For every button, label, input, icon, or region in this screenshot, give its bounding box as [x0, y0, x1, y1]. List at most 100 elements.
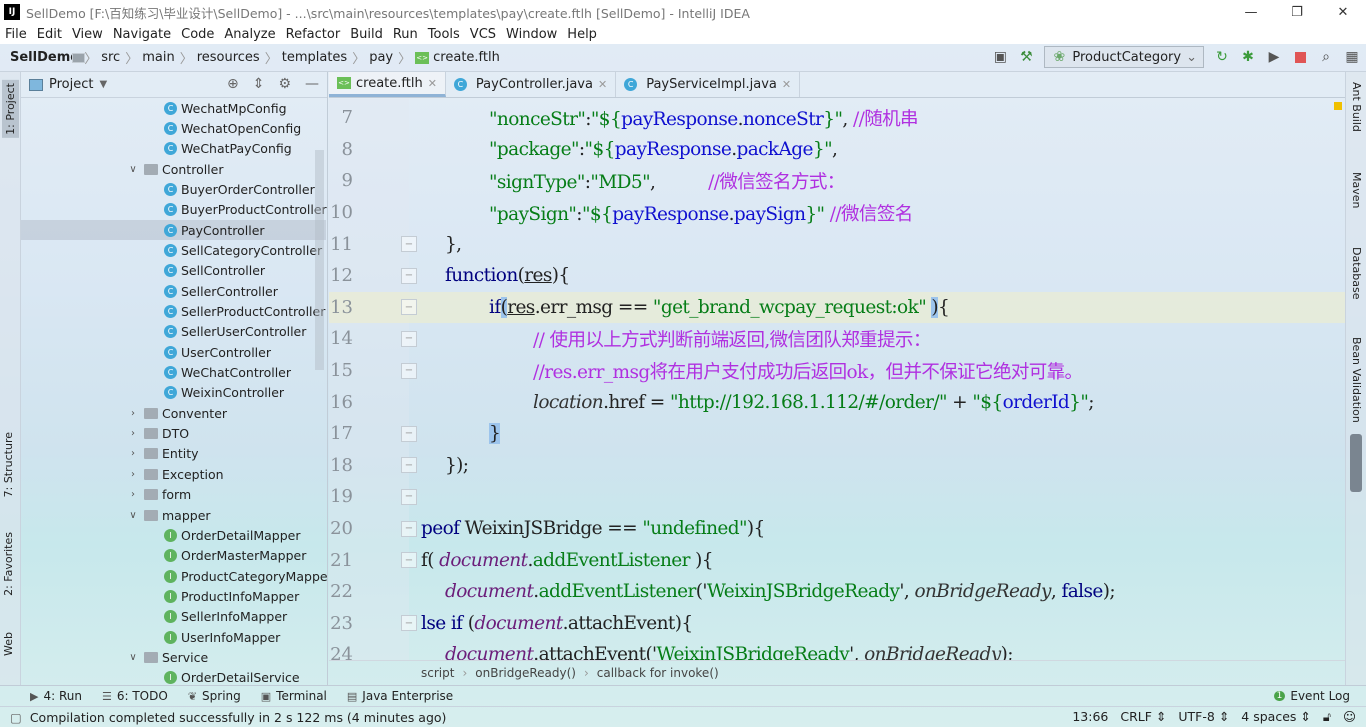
- breadcrumb-item[interactable]: pay 〉: [72, 48, 411, 67]
- status-toggle-icon[interactable]: ▢: [10, 710, 22, 725]
- tree-item[interactable]: C SellerController: [164, 281, 278, 301]
- tab-ant-build[interactable]: Ant Build: [1350, 82, 1363, 132]
- editor-breadcrumb-item[interactable]: script: [421, 666, 454, 680]
- inspector-icon[interactable]: ☺: [1343, 709, 1356, 725]
- tree-item[interactable]: I OrderMasterMapper: [164, 546, 306, 566]
- editor-tab[interactable]: C PayController.java ✕: [446, 72, 617, 97]
- chevron-right-icon[interactable]: ›: [126, 448, 140, 459]
- tree-item[interactable]: › DTO: [126, 424, 189, 444]
- chevron-down-icon[interactable]: ∨: [126, 510, 140, 521]
- tree-item[interactable]: C BuyerProductController: [164, 200, 327, 220]
- code-editor[interactable]: 7 "nonceStr":"${payResponse.nonceStr}", /…: [329, 99, 1345, 660]
- menu-refactor[interactable]: Refactor: [286, 27, 341, 42]
- tab-database[interactable]: Database: [1350, 247, 1363, 300]
- fold-marker-icon[interactable]: −: [401, 299, 417, 316]
- tool-window-java-enterprise[interactable]: ▤ Java Enterprise: [347, 689, 453, 703]
- fold-marker-icon[interactable]: −: [401, 267, 417, 284]
- chevron-right-icon[interactable]: ›: [126, 428, 140, 439]
- menu-code[interactable]: Code: [181, 27, 214, 42]
- close-tab-icon[interactable]: ✕: [428, 77, 437, 90]
- chevron-down-icon[interactable]: ∨: [126, 164, 140, 175]
- tab-web[interactable]: Web: [2, 632, 15, 656]
- menu-navigate[interactable]: Navigate: [113, 27, 171, 42]
- tree-item[interactable]: C WeChatController: [164, 363, 291, 383]
- fold-marker-icon[interactable]: −: [401, 488, 417, 505]
- tree-item[interactable]: C UserController: [164, 342, 271, 362]
- breadcrumb-item[interactable]: resources 〉: [72, 48, 278, 67]
- chevron-down-icon[interactable]: ▼: [99, 79, 107, 90]
- editor-breadcrumb-item[interactable]: callback for invoke(): [597, 666, 719, 680]
- run-configuration-select[interactable]: ❀ ProductCategory ⌄: [1044, 46, 1204, 68]
- tree-item[interactable]: I OrderDetailMapper: [164, 525, 301, 545]
- tree-item[interactable]: C PayController: [21, 220, 326, 241]
- fold-marker-icon[interactable]: −: [401, 362, 417, 379]
- fold-marker-icon[interactable]: −: [401, 615, 417, 632]
- tree-item[interactable]: I UserInfoMapper: [164, 627, 280, 647]
- coverage-icon[interactable]: ▶: [1266, 49, 1282, 65]
- tree-item[interactable]: C SellerUserController: [164, 322, 306, 342]
- debug-bug-icon[interactable]: ✱: [1240, 49, 1256, 65]
- tab-favorites[interactable]: 2: Favorites: [2, 532, 15, 596]
- chevron-right-icon[interactable]: ›: [126, 408, 140, 419]
- tool-window-terminal[interactable]: ▣ Terminal: [261, 689, 327, 703]
- locate-icon[interactable]: ⊕: [227, 76, 239, 92]
- tree-item[interactable]: ∨ Controller: [126, 159, 223, 179]
- tab-structure[interactable]: 7: Structure: [2, 432, 15, 497]
- tree-item[interactable]: I OrderDetailService: [164, 668, 300, 685]
- menu-file[interactable]: File: [5, 27, 27, 42]
- collapse-all-icon[interactable]: ⇕: [253, 76, 265, 92]
- fold-marker-icon[interactable]: −: [401, 520, 417, 537]
- encoding-select[interactable]: UTF-8 ⇕: [1178, 709, 1229, 725]
- fold-marker-icon[interactable]: −: [401, 425, 417, 442]
- menu-edit[interactable]: Edit: [37, 27, 62, 42]
- line-separator-select[interactable]: CRLF ⇕: [1120, 709, 1166, 725]
- build-hammer-icon[interactable]: ⚒: [1018, 49, 1034, 65]
- maximize-button[interactable]: ❐: [1274, 0, 1320, 24]
- menu-tools[interactable]: Tools: [428, 27, 460, 42]
- fold-marker-icon[interactable]: −: [401, 457, 417, 474]
- breadcrumb-item[interactable]: templates 〉: [72, 48, 365, 67]
- analysis-status-marker[interactable]: [1334, 102, 1342, 110]
- menu-vcs[interactable]: VCS: [470, 27, 496, 42]
- breadcrumb-item[interactable]: <> create.ftlh: [415, 50, 500, 65]
- lock-icon[interactable]: 🔓︎: [1323, 709, 1331, 725]
- tree-item[interactable]: C WechatOpenConfig: [164, 118, 301, 138]
- editor-breadcrumb-item[interactable]: onBridgeReady(): [475, 666, 576, 680]
- gear-icon[interactable]: ⚙: [278, 76, 291, 92]
- tree-item[interactable]: › form: [126, 485, 191, 505]
- tree-item[interactable]: C WeChatPayConfig: [164, 139, 292, 159]
- chevron-right-icon[interactable]: ›: [126, 489, 140, 500]
- fold-marker-icon[interactable]: −: [401, 552, 417, 569]
- right-scrollbar[interactable]: [1350, 434, 1362, 492]
- fold-marker-icon[interactable]: −: [401, 330, 417, 347]
- project-structure-icon[interactable]: ▦: [1344, 49, 1360, 65]
- tree-scrollbar[interactable]: [315, 150, 324, 370]
- tree-item[interactable]: ∨ Service: [126, 647, 208, 667]
- tree-item[interactable]: C BuyerOrderController: [164, 179, 315, 199]
- tree-item[interactable]: C SellCategoryController: [164, 240, 322, 260]
- tool-window-run[interactable]: ▶ 4: Run: [30, 689, 82, 703]
- tab-project[interactable]: 1: Project: [2, 80, 19, 138]
- search-icon[interactable]: ⌕: [1318, 49, 1334, 65]
- caret-position[interactable]: 13:66: [1072, 709, 1108, 725]
- close-tab-icon[interactable]: ✕: [782, 78, 791, 91]
- editor-tab[interactable]: <> create.ftlh ✕: [329, 72, 446, 97]
- tab-bean-validation[interactable]: Bean Validation: [1350, 337, 1363, 423]
- tool-window-spring[interactable]: ❦ Spring: [188, 689, 241, 703]
- breadcrumb-item[interactable]: src 〉: [72, 48, 138, 67]
- tree-item[interactable]: I ProductCategoryMapper: [164, 566, 328, 586]
- tool-window-todo[interactable]: ☰ 6: TODO: [102, 689, 168, 703]
- editor-tab[interactable]: C PayServiceImpl.java ✕: [616, 72, 801, 97]
- event-log-button[interactable]: 1 Event Log: [1273, 689, 1350, 703]
- stop-icon[interactable]: [1292, 49, 1308, 65]
- hide-icon[interactable]: —: [305, 76, 319, 92]
- close-tab-icon[interactable]: ✕: [598, 78, 607, 91]
- menu-analyze[interactable]: Analyze: [224, 27, 275, 42]
- tree-item[interactable]: ∨ mapper: [126, 505, 210, 525]
- tree-item[interactable]: C WechatMpConfig: [164, 98, 287, 118]
- tree-item[interactable]: › Entity: [126, 444, 199, 464]
- chevron-down-icon[interactable]: ∨: [126, 652, 140, 663]
- tree-item[interactable]: C WeixinController: [164, 383, 284, 403]
- project-view-select[interactable]: Project: [49, 77, 93, 92]
- tab-maven[interactable]: Maven: [1350, 172, 1363, 208]
